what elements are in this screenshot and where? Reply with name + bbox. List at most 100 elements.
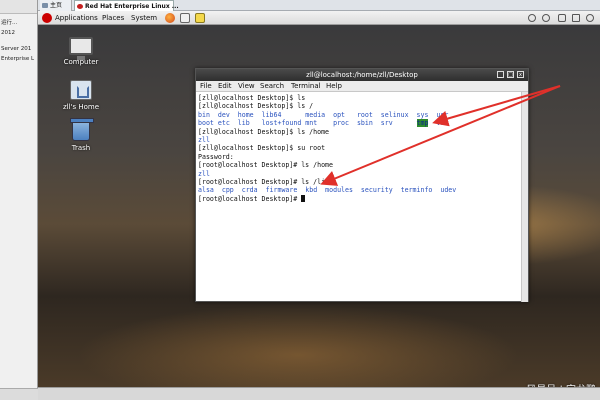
- host-panel-line[interactable]: Enterprise L: [1, 56, 34, 62]
- host-side-panel: 2012 Server 201 Enterprise L 运行...: [0, 0, 38, 400]
- menu-file[interactable]: File: [200, 81, 212, 92]
- desktop-icon-home[interactable]: zll's Home: [46, 80, 116, 111]
- directory-entry: proc: [333, 119, 349, 128]
- terminal-line: [root@localhost Desktop]# ls /home: [198, 161, 520, 169]
- terminal-line: [zll@localhost Desktop]$ su root: [198, 144, 520, 152]
- terminal-line-text: [zll@localhost Desktop]$ ls /home: [198, 127, 330, 136]
- menu-places[interactable]: Places: [102, 11, 124, 25]
- directory-entry: opt: [333, 110, 346, 119]
- directory-entry: security: [360, 186, 393, 195]
- terminal-line: Password:: [198, 153, 520, 161]
- terminal-titlebar[interactable]: zll@localhost:/home/zll/Desktop _ □ x: [196, 69, 528, 81]
- directory-entry: usr: [436, 110, 449, 119]
- home-tab-icon: [42, 3, 48, 8]
- directory-entry: selinux: [380, 110, 409, 119]
- menu-search[interactable]: Search: [260, 81, 284, 92]
- terminal-line-text: [zll@localhost Desktop]$ su root: [198, 144, 326, 153]
- terminal-line: [zll@localhost Desktop]$ ls /: [198, 102, 520, 110]
- redhat-logo-icon[interactable]: [42, 13, 52, 23]
- directory-entry: sys: [416, 110, 429, 119]
- menu-system[interactable]: System: [131, 11, 157, 25]
- directory-entry: zll: [198, 135, 210, 144]
- terminal-line-text: [zll@localhost Desktop]$ ls: [198, 94, 306, 102]
- directory-entry: mnt: [305, 119, 318, 128]
- terminal-line-text: Password:: [198, 152, 234, 161]
- directory-entry: udev: [440, 186, 457, 195]
- directory-entry: crda: [241, 186, 258, 195]
- menu-help[interactable]: Help: [326, 81, 342, 92]
- tab-redhat-label: Red Hat Enterprise Linux ...: [85, 3, 179, 10]
- directory-entry: boot: [198, 119, 214, 128]
- terminal-line: bin dev home lib64 media opt root selinu…: [198, 111, 520, 119]
- directory-entry: root: [356, 110, 373, 119]
- network-icon[interactable]: [572, 14, 580, 22]
- terminal-window[interactable]: zll@localhost:/home/zll/Desktop _ □ x Fi…: [195, 68, 529, 302]
- mail-icon[interactable]: [180, 13, 190, 23]
- directory-entry: lib64: [261, 110, 282, 119]
- terminal-title: zll@localhost:/home/zll/Desktop: [306, 71, 418, 79]
- terminal-line: boot etc lib lost+found mnt proc sbin sr…: [198, 119, 520, 128]
- bluetooth-icon[interactable]: [558, 14, 566, 22]
- terminal-line-text: [root@localhost Desktop]# ls /lib: [198, 177, 330, 186]
- directory-entry: var: [436, 119, 449, 128]
- terminal-line: zll: [198, 170, 520, 178]
- terminal-line-text: [root@localhost Desktop]#: [198, 194, 302, 203]
- menu-view[interactable]: View: [238, 81, 255, 92]
- menu-terminal[interactable]: Terminal: [291, 81, 321, 92]
- directory-entry: kbd: [305, 186, 318, 195]
- directory-entry: srv: [380, 119, 393, 128]
- gnome-top-panel: Applications Places System: [38, 11, 600, 25]
- desktop-icon-label: zll's Home: [62, 103, 100, 111]
- directory-entry: sbin: [356, 119, 373, 128]
- terminal-cursor: [301, 194, 306, 202]
- directory-entry: zll: [198, 169, 210, 178]
- directory-entry: bin: [198, 110, 210, 119]
- directory-entry: dev: [217, 110, 230, 119]
- menu-edit[interactable]: Edit: [218, 81, 232, 92]
- directory-entry: terminfo: [400, 186, 433, 195]
- menu-applications[interactable]: Applications: [55, 11, 98, 25]
- directory-entry: tmp: [416, 119, 429, 128]
- maximize-button[interactable]: □: [507, 71, 514, 78]
- computer-icon: [69, 37, 93, 60]
- directory-entry: media: [305, 110, 326, 119]
- desktop-icon-trash[interactable]: Trash: [46, 118, 116, 152]
- terminal-scrollbar[interactable]: [521, 92, 528, 302]
- terminal-line: alsa cpp crda firmware kbd modules secur…: [198, 186, 520, 194]
- power-icon[interactable]: [528, 14, 536, 22]
- tab-redhat-vm[interactable]: Red Hat Enterprise Linux ...: [74, 0, 179, 11]
- directory-entry: etc: [217, 119, 230, 128]
- directory-entry: home: [237, 110, 254, 119]
- terminal-line: [zll@localhost Desktop]$ ls: [198, 94, 520, 102]
- host-tab-strip: 主页 Red Hat Enterprise Linux ...: [38, 0, 600, 11]
- speaker-icon[interactable]: [586, 14, 594, 22]
- host-panel-line[interactable]: 2012: [1, 30, 15, 36]
- volume-icon[interactable]: [542, 14, 550, 22]
- terminal-line: [root@localhost Desktop]# ls /lib: [198, 178, 520, 186]
- directory-entry: alsa: [198, 186, 214, 195]
- trash-icon: [70, 118, 94, 141]
- host-panel-line[interactable]: Server 201: [1, 46, 31, 52]
- terminal-menubar: File Edit View Search Terminal Help: [196, 81, 528, 92]
- terminal-line-text: [zll@localhost Desktop]$ ls /: [198, 102, 314, 111]
- notes-icon[interactable]: [195, 13, 205, 23]
- minimize-button[interactable]: _: [497, 71, 504, 78]
- close-button[interactable]: x: [517, 71, 524, 78]
- directory-entry: cpp: [221, 186, 234, 195]
- host-panel-line[interactable]: 运行...: [1, 18, 17, 26]
- directory-entry: firmware: [265, 186, 298, 195]
- bottom-status-bar: [38, 387, 600, 400]
- terminal-line-text: [root@localhost Desktop]# ls /home: [198, 161, 333, 170]
- tab-home-label: 主页: [50, 2, 63, 9]
- terminal-output[interactable]: [zll@localhost Desktop]$ ls [zll@localhos…: [196, 92, 522, 302]
- desktop-icon-computer[interactable]: Computer: [46, 37, 116, 66]
- firefox-icon[interactable]: [165, 13, 175, 23]
- directory-entry: modules: [325, 186, 353, 195]
- terminal-line: zll: [198, 136, 520, 144]
- terminal-line: [zll@localhost Desktop]$ ls /home: [198, 128, 520, 136]
- directory-entry: lib: [237, 119, 250, 128]
- tab-home[interactable]: 主页: [40, 0, 72, 11]
- redhat-tab-icon: [77, 4, 83, 9]
- home-folder-icon: [70, 80, 92, 100]
- terminal-line: [root@localhost Desktop]#: [198, 194, 520, 203]
